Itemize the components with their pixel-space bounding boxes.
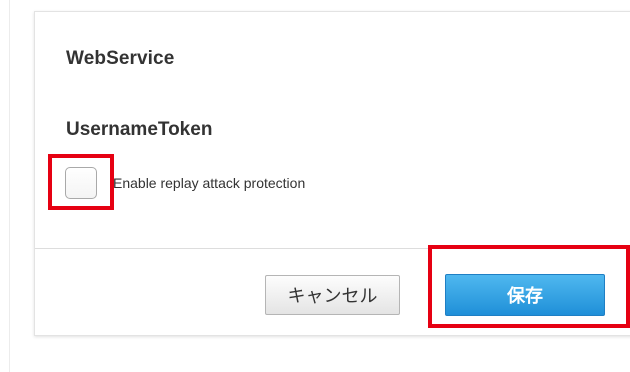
cancel-button[interactable]: キャンセル [265, 275, 400, 315]
page: WebService UsernameToken Enable replay a… [0, 0, 630, 372]
footer-divider [35, 248, 630, 249]
save-button[interactable]: 保存 [445, 274, 605, 316]
replay-protection-label: Enable replay attack protection [113, 175, 306, 191]
replay-protection-checkbox[interactable] [65, 167, 97, 199]
left-panel-edge [0, 0, 10, 372]
section-title: WebService [66, 48, 175, 69]
section-subtitle: UsernameToken [66, 119, 213, 140]
webservice-settings-panel: WebService UsernameToken Enable replay a… [34, 11, 630, 336]
